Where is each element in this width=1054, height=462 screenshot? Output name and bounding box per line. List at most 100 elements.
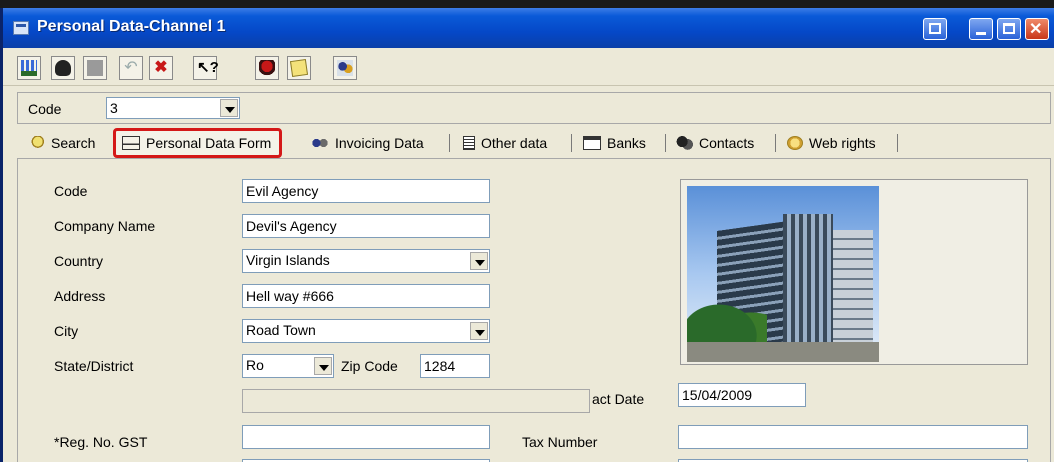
red-figure-icon [259, 60, 275, 76]
tab-label: Invoicing Data [335, 135, 424, 151]
tab-divider [665, 134, 666, 152]
toolbar: ↶ ✖ ↖? [3, 48, 1054, 86]
state-value: Ro [246, 357, 264, 373]
bank-icon [583, 136, 601, 150]
code-input[interactable]: Evil Agency [242, 179, 490, 203]
tab-label: Other data [481, 135, 548, 151]
form-icon [122, 136, 140, 150]
document-icon [463, 136, 475, 150]
invoicing-icon [311, 136, 329, 150]
address-label: Address [54, 288, 106, 304]
zip-code-value: 1284 [424, 358, 456, 374]
contact-date-input[interactable]: 15/04/2009 [678, 383, 806, 407]
tab-contacts[interactable]: Contacts [675, 132, 754, 154]
search-icon [27, 136, 45, 150]
building-tower [783, 214, 833, 346]
disabled-icon [87, 60, 103, 76]
reg-gst-input[interactable] [242, 425, 490, 449]
people-button[interactable] [333, 56, 357, 80]
chart-button[interactable] [17, 56, 41, 80]
minimize-icon [976, 32, 986, 35]
undo-icon: ↶ [124, 59, 138, 76]
company-name-value: Devil's Agency [246, 218, 337, 234]
delete-x-icon: ✖ [154, 59, 168, 76]
red-figure-button[interactable] [255, 56, 279, 80]
personal-data-window: Personal Data-Channel 1 ✕ ↶ ✖ ↖? Code 3 … [0, 8, 1054, 462]
zip-code-input[interactable]: 1284 [420, 354, 490, 378]
tab-bar: Search Personal Data Form Invoicing Data… [17, 128, 1051, 158]
restore-icon [929, 23, 941, 34]
close-button[interactable]: ✕ [1025, 18, 1049, 40]
office-building-photo [687, 186, 879, 362]
personal-data-form-panel: Code Evil Agency Company Name Devil's Ag… [17, 158, 1051, 462]
note-icon [289, 58, 309, 78]
code-dropdown-value: 3 [110, 100, 118, 116]
chart-icon [21, 60, 37, 76]
code-field-label: Code [54, 183, 88, 199]
code-label: Code [28, 101, 62, 117]
maximize-icon [1003, 23, 1015, 34]
code-dropdown[interactable]: 3 [106, 97, 240, 119]
user-head-icon [55, 60, 71, 76]
tab-label: Banks [607, 135, 646, 151]
tab-other-data[interactable]: Other data [463, 132, 547, 154]
country-value: Virgin Islands [246, 252, 330, 268]
window-title: Personal Data-Channel 1 [37, 18, 226, 35]
tab-label: Personal Data Form [146, 135, 272, 151]
tab-search[interactable]: Search [27, 132, 95, 154]
help-pointer-icon: ↖? [197, 59, 219, 76]
tax-number-input[interactable] [678, 425, 1028, 449]
undo-button[interactable]: ↶ [119, 56, 143, 80]
tab-label: Search [51, 135, 96, 151]
chevron-down-icon[interactable] [470, 252, 488, 270]
address-value: Hell way #666 [246, 288, 334, 304]
company-name-label: Company Name [54, 218, 156, 234]
disabled-button[interactable] [83, 56, 107, 80]
country-label: Country [54, 253, 104, 269]
contact-date-value: 15/04/2009 [682, 387, 753, 403]
code-selector-row: Code 3 [17, 92, 1051, 124]
contacts-icon [675, 136, 693, 150]
title-bar[interactable]: Personal Data-Channel 1 ✕ [3, 8, 1054, 48]
minimize-button[interactable] [969, 18, 993, 40]
chevron-down-icon[interactable] [220, 99, 238, 117]
tab-web-rights[interactable]: Web rights [787, 132, 876, 154]
tab-divider [449, 134, 450, 152]
code-input-value: Evil Agency [246, 183, 319, 199]
city-dropdown[interactable]: Road Town [242, 319, 490, 343]
city-label: City [54, 323, 79, 339]
restore-button[interactable] [923, 18, 947, 40]
disabled-field [242, 389, 590, 413]
address-input[interactable]: Hell way #666 [242, 284, 490, 308]
contact-date-label: act Date [592, 391, 645, 407]
delete-button[interactable]: ✖ [149, 56, 173, 80]
ground [687, 342, 879, 362]
user-button[interactable] [51, 56, 75, 80]
state-district-label: State/District [54, 358, 134, 374]
tab-personal-data-form[interactable]: Personal Data Form [113, 128, 283, 158]
tab-banks[interactable]: Banks [583, 132, 646, 154]
tab-divider [571, 134, 572, 152]
window-app-icon[interactable] [13, 21, 29, 35]
state-dropdown[interactable]: Ro [242, 354, 334, 378]
tab-invoicing-data[interactable]: Invoicing Data [311, 132, 424, 154]
city-value: Road Town [246, 322, 316, 338]
tab-divider [775, 134, 776, 152]
tab-label: Contacts [699, 135, 755, 151]
close-icon: ✕ [1029, 21, 1043, 38]
zip-code-label: Zip Code [341, 358, 398, 374]
help-button[interactable]: ↖? [193, 56, 219, 80]
note-button[interactable] [287, 56, 311, 80]
building-wing-right [833, 230, 873, 346]
chevron-down-icon[interactable] [470, 322, 488, 340]
chevron-down-icon[interactable] [314, 357, 332, 375]
company-name-input[interactable]: Devil's Agency [242, 214, 490, 238]
country-dropdown[interactable]: Virgin Islands [242, 249, 490, 273]
company-photo-frame[interactable] [680, 179, 1028, 365]
tax-number-label: Tax Number [522, 434, 598, 450]
reg-gst-label: *Reg. No. GST [54, 434, 148, 450]
tab-divider [897, 134, 898, 152]
maximize-button[interactable] [997, 18, 1021, 40]
people-icon [337, 60, 353, 76]
tab-label: Web rights [809, 135, 876, 151]
